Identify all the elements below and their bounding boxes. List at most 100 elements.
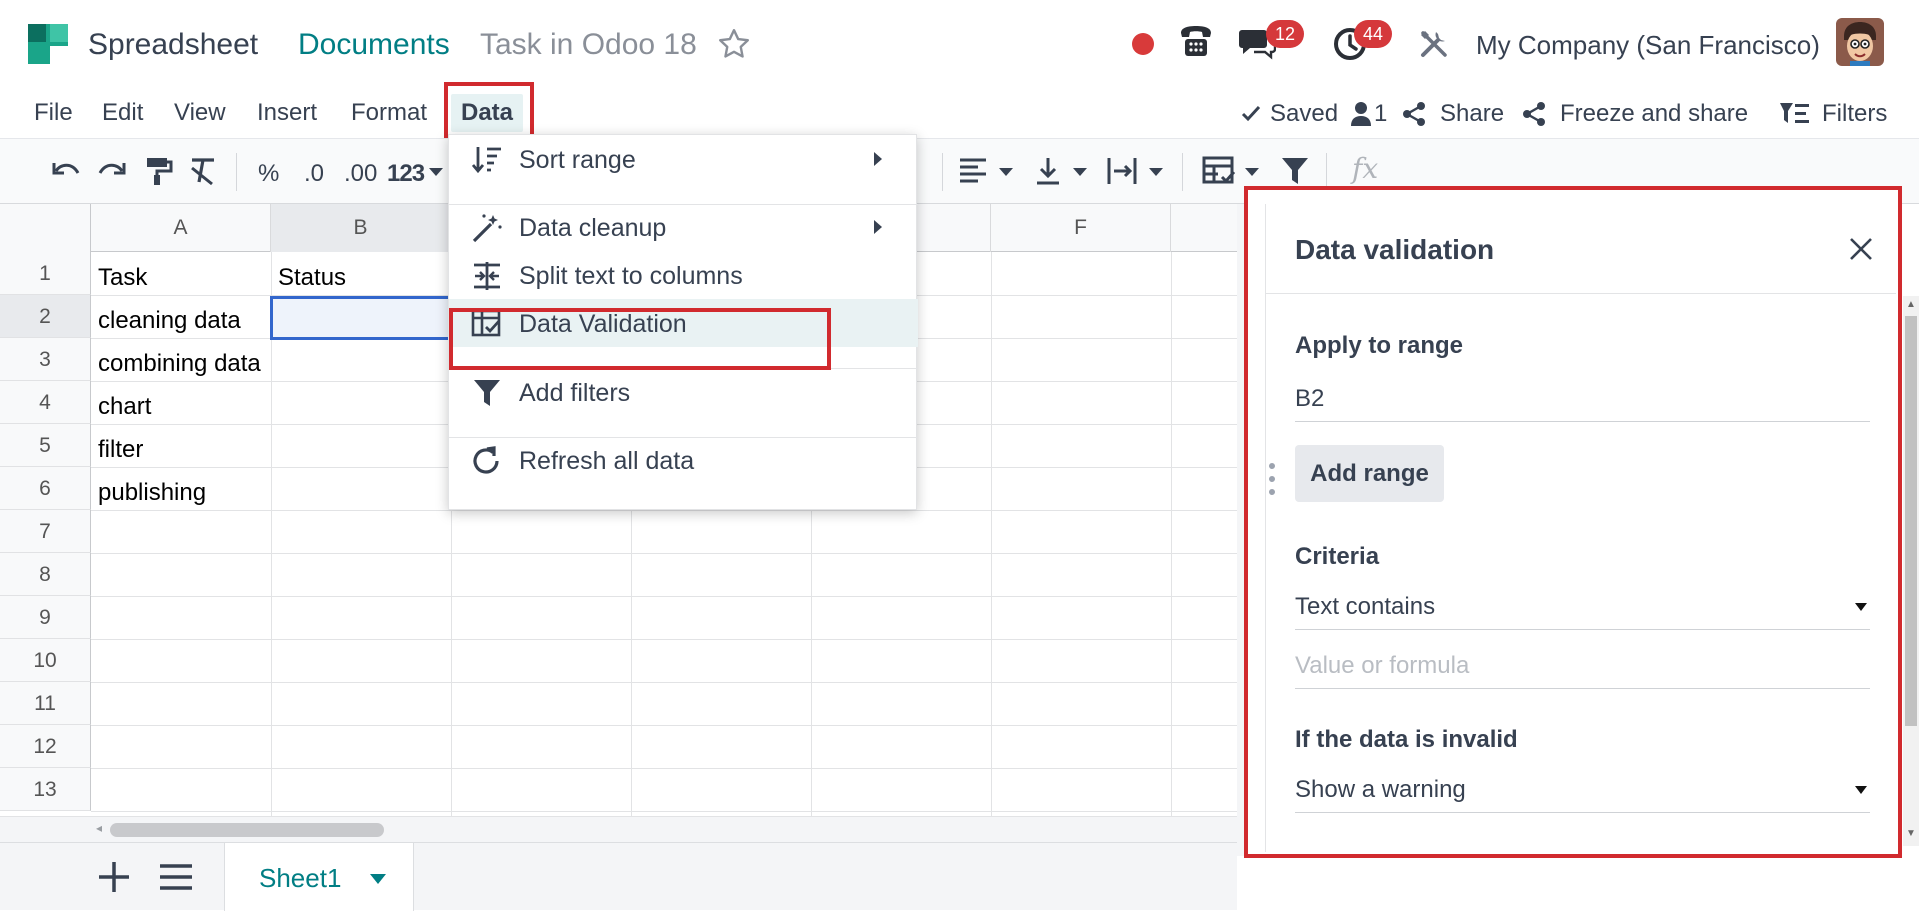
magic-wand-icon — [471, 213, 503, 243]
app-name[interactable]: Spreadsheet — [88, 28, 258, 62]
chevron-down-icon[interactable] — [1244, 167, 1260, 177]
menu-format[interactable]: Format — [351, 98, 427, 128]
menu-insert[interactable]: Insert — [257, 98, 317, 128]
table-format-icon[interactable] — [1202, 155, 1236, 187]
saved-check-icon — [1240, 102, 1262, 124]
row-header-3[interactable]: 3 — [0, 338, 91, 381]
cell-a3[interactable]: combining data — [98, 350, 261, 378]
active-users-count[interactable]: 1 — [1374, 99, 1387, 129]
vertical-align-bottom-icon[interactable] — [1034, 155, 1062, 187]
row-header-12[interactable]: 12 — [0, 725, 91, 768]
number-format-button[interactable]: 123 — [387, 159, 425, 189]
company-switcher[interactable]: My Company (San Francisco) — [1476, 28, 1820, 62]
filter-icon[interactable] — [1280, 155, 1310, 187]
sheet-tab[interactable]: Sheet1 — [224, 843, 414, 911]
sheet-list-menu-icon[interactable] — [158, 863, 194, 891]
menu-item-sort-range[interactable]: Sort range — [449, 135, 918, 183]
filters-button[interactable]: Filters — [1822, 99, 1887, 129]
align-left-icon[interactable] — [958, 155, 988, 187]
row-header-11[interactable]: 11 — [0, 682, 91, 725]
menu-file[interactable]: File — [34, 98, 73, 128]
chevron-down-icon[interactable] — [369, 873, 387, 885]
column-header-b[interactable]: B — [271, 204, 451, 252]
column-header-a[interactable]: A — [91, 204, 271, 252]
row-header-6[interactable]: 6 — [0, 467, 91, 510]
phone-icon[interactable] — [1178, 22, 1214, 60]
cell-a5[interactable]: filter — [98, 436, 143, 464]
scroll-left-arrow-icon[interactable]: ◂ — [96, 821, 102, 835]
add-sheet-plus-icon[interactable] — [96, 859, 132, 895]
row-header-13[interactable]: 13 — [0, 768, 91, 811]
data-validation-highlight — [449, 308, 831, 370]
star-icon[interactable] — [716, 26, 752, 62]
menu-item-label: Sort range — [519, 146, 636, 174]
clear-format-icon[interactable] — [188, 155, 218, 187]
horizontal-scrollbar[interactable]: ◂ — [0, 816, 1237, 842]
format-percent-button[interactable]: % — [258, 159, 279, 189]
column-header-g[interactable] — [1171, 204, 1237, 252]
sheet-bar: Sheet1 — [0, 842, 1237, 911]
selected-cell-b2[interactable] — [270, 296, 451, 340]
menu-item-label: Split text to columns — [519, 262, 743, 290]
spreadsheet-app-logo[interactable] — [28, 24, 68, 64]
decrease-decimal-button[interactable]: .0 — [304, 159, 324, 189]
freeze-and-share-button[interactable]: Freeze and share — [1560, 99, 1748, 129]
cell-a4[interactable]: chart — [98, 393, 151, 421]
chevron-down-icon[interactable] — [1148, 167, 1164, 177]
row-header-5[interactable]: 5 — [0, 424, 91, 467]
breadcrumb-current[interactable]: Task in Odoo 18 — [480, 28, 697, 62]
menu-item-add-filters[interactable]: Add filters — [449, 368, 918, 416]
user-avatar[interactable] — [1836, 18, 1884, 66]
menu-view[interactable]: View — [174, 98, 226, 128]
split-columns-icon — [471, 261, 503, 291]
menu-item-label: Add filters — [519, 379, 631, 407]
chevron-down-icon[interactable] — [428, 167, 444, 177]
column-header-f[interactable]: F — [991, 204, 1171, 252]
scroll-down-arrow-icon[interactable]: ▼ — [1906, 828, 1916, 839]
row-header-10[interactable]: 10 — [0, 639, 91, 682]
row-header-1[interactable]: 1 — [0, 252, 91, 295]
menu-item-label: Data cleanup — [519, 214, 667, 242]
menu-item-refresh-data[interactable]: Refresh all data — [449, 436, 918, 484]
menu-edit[interactable]: Edit — [102, 98, 143, 128]
saved-status: Saved — [1270, 100, 1339, 127]
share-icon[interactable] — [1402, 101, 1426, 127]
chevron-down-icon[interactable] — [998, 167, 1014, 177]
row-header-7[interactable]: 7 — [0, 510, 91, 553]
sheet-tab-label[interactable]: Sheet1 — [259, 863, 341, 893]
panel-highlight — [1244, 186, 1902, 858]
undo-icon[interactable] — [50, 155, 82, 187]
menu-item-data-cleanup[interactable]: Data cleanup — [449, 203, 918, 251]
scroll-up-arrow-icon[interactable]: ▲ — [1906, 299, 1916, 310]
chevron-down-icon[interactable] — [1072, 167, 1088, 177]
formula-fx-label: fx — [1352, 152, 1379, 185]
row-header-8[interactable]: 8 — [0, 553, 91, 596]
filter-icon — [471, 378, 503, 408]
record-indicator-icon[interactable] — [1132, 33, 1154, 55]
cell-b1[interactable]: Status — [278, 264, 346, 292]
share-icon[interactable] — [1522, 101, 1546, 127]
panel-scroll-thumb[interactable] — [1905, 316, 1917, 726]
row-header-2[interactable]: 2 — [0, 295, 91, 338]
activity-count-badge: 44 — [1354, 20, 1392, 48]
text-wrap-icon[interactable] — [1106, 155, 1138, 187]
row-header-4[interactable]: 4 — [0, 381, 91, 424]
select-all-corner[interactable] — [0, 204, 91, 252]
filters-icon[interactable] — [1778, 100, 1810, 128]
row-header-9[interactable]: 9 — [0, 596, 91, 639]
increase-decimal-button[interactable]: .00 — [344, 159, 377, 189]
redo-icon[interactable] — [96, 155, 128, 187]
paint-format-icon[interactable] — [144, 155, 174, 187]
sort-icon — [471, 145, 503, 175]
debug-tools-icon[interactable] — [1418, 28, 1450, 60]
chevron-right-icon — [873, 219, 883, 235]
share-button[interactable]: Share — [1440, 99, 1504, 129]
menu-item-split-text[interactable]: Split text to columns — [449, 251, 918, 299]
cell-a2[interactable]: cleaning data — [98, 307, 241, 335]
menu-item-label: Refresh all data — [519, 447, 695, 475]
user-icon — [1350, 101, 1372, 127]
breadcrumb-documents[interactable]: Documents — [298, 28, 450, 62]
cell-a6[interactable]: publishing — [98, 479, 206, 507]
cell-a1[interactable]: Task — [98, 264, 147, 292]
horizontal-scroll-thumb[interactable] — [110, 823, 384, 837]
